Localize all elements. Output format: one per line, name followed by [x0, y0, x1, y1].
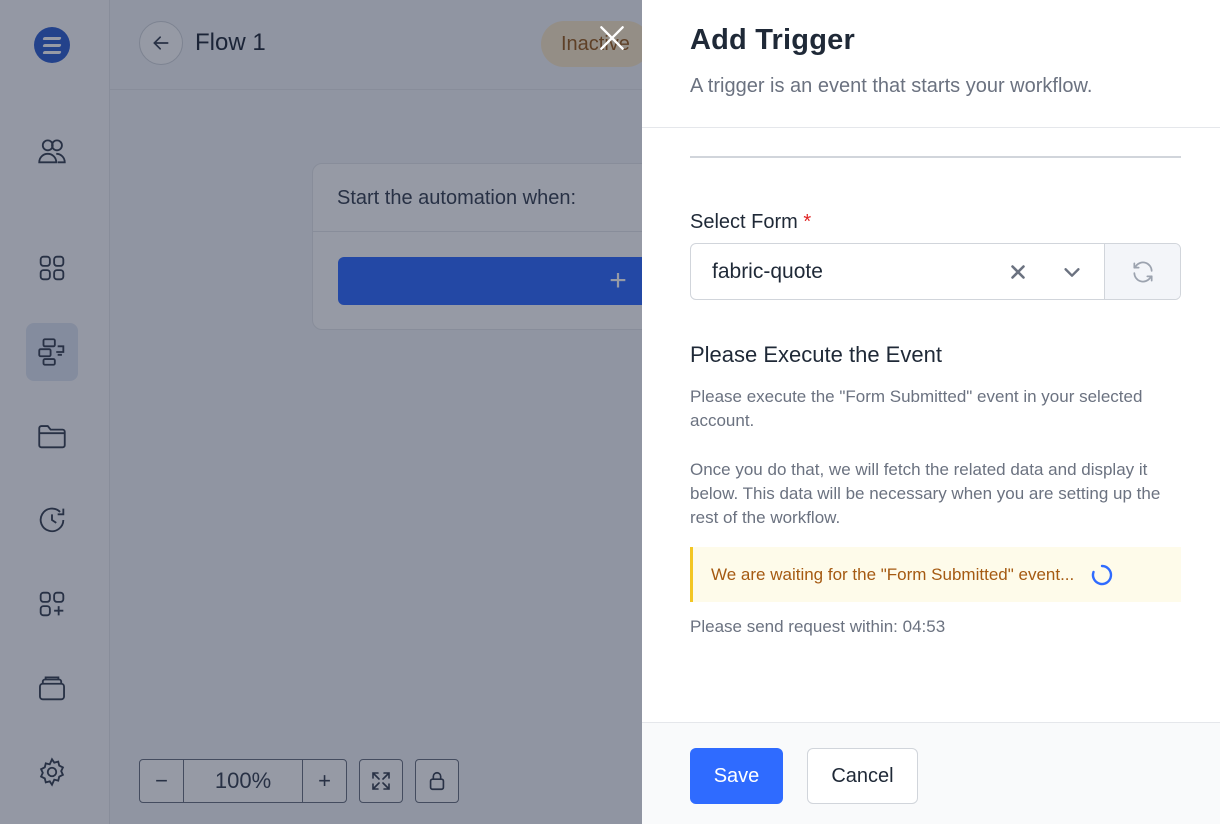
execute-event-heading: Please Execute the Event — [690, 342, 942, 367]
drawer-header: Add Trigger A trigger is an event that s… — [642, 0, 1220, 128]
form-select-value: fabric-quote — [712, 259, 823, 283]
select-form-label-text: Select Form — [690, 211, 798, 233]
clear-icon[interactable] — [1007, 261, 1029, 283]
refresh-forms-button[interactable] — [1104, 244, 1180, 299]
drawer-subtitle: A trigger is an event that starts your w… — [690, 75, 1093, 97]
fetch-explanation: Once you do that, we will fetch the rela… — [690, 460, 1161, 527]
drawer-footer: Save Cancel — [642, 722, 1220, 824]
waiting-notice: We are waiting for the "Form Submitted" … — [690, 547, 1181, 602]
required-mark: * — [803, 211, 812, 233]
chevron-down-icon[interactable] — [1061, 261, 1083, 283]
form-select-main[interactable]: fabric-quote — [691, 244, 1104, 299]
drawer-title: Add Trigger — [690, 24, 855, 56]
section-divider — [690, 156, 1181, 158]
modal-backdrop[interactable] — [0, 0, 642, 824]
request-timer: Please send request within: 04:53 — [690, 617, 946, 636]
cancel-button[interactable]: Cancel — [807, 748, 918, 804]
form-select[interactable]: fabric-quote — [690, 243, 1181, 300]
execute-instructions: Please execute the "Form Submitted" even… — [690, 387, 1143, 430]
waiting-notice-text: We are waiting for the "Form Submitted" … — [711, 564, 1075, 584]
add-trigger-drawer: Add Trigger A trigger is an event that s… — [642, 0, 1220, 824]
close-icon[interactable] — [596, 22, 628, 54]
save-button[interactable]: Save — [690, 748, 783, 804]
refresh-icon — [1132, 261, 1153, 282]
loading-spinner-icon — [1092, 564, 1113, 585]
select-form-label: Select Form * — [690, 211, 811, 234]
